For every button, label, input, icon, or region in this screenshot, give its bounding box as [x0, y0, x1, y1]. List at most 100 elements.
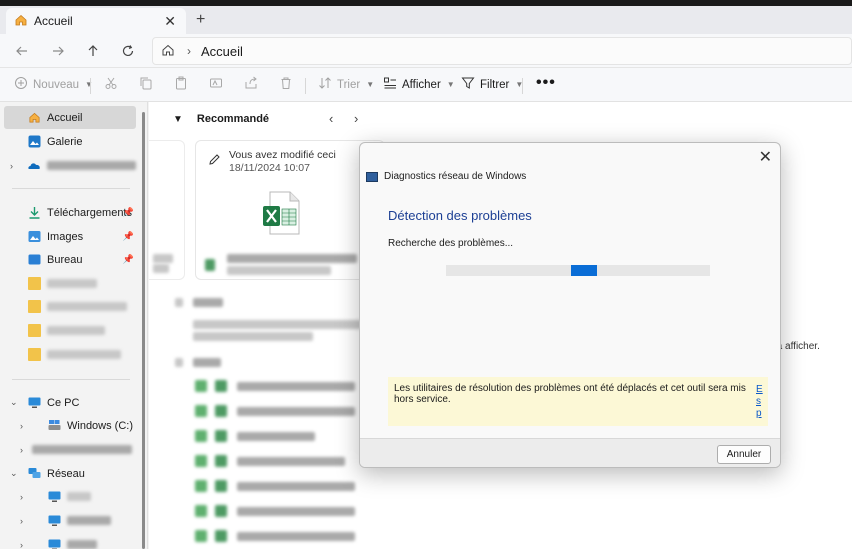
sidebar-item-network-device[interactable]: › — [4, 485, 136, 508]
up-button[interactable] — [83, 41, 103, 61]
delete-button[interactable] — [279, 76, 293, 90]
sidebar-item-label: Galerie — [47, 135, 83, 148]
redacted-label — [67, 540, 97, 549]
cut-button[interactable] — [104, 76, 118, 90]
address-bar[interactable]: › Accueil — [152, 37, 852, 65]
redacted-icon — [215, 380, 227, 392]
navigation-pane: Accueil Galerie › Téléchargements 📌 Imag… — [0, 102, 148, 549]
redacted-label — [153, 264, 169, 273]
redacted-label — [237, 432, 315, 441]
copy-button[interactable] — [139, 76, 153, 90]
arrow-right-icon — [53, 46, 64, 56]
tab-bar: Accueil ✕ + — [0, 6, 852, 34]
chevron-right-icon: › — [20, 420, 23, 431]
sidebar-item-images[interactable]: Images 📌 — [4, 225, 136, 248]
sidebar-item-bureau[interactable]: Bureau 📌 — [4, 248, 136, 271]
recommended-card-title: Vous avez modifié ceci — [229, 149, 336, 161]
refresh-button[interactable] — [118, 41, 138, 61]
sidebar-item-galerie[interactable]: Galerie — [4, 130, 136, 153]
share-button[interactable] — [244, 76, 258, 90]
chevron-right-icon: › — [20, 491, 23, 502]
arrow-left-icon — [16, 46, 27, 56]
divider — [522, 78, 523, 94]
sidebar-item-label: Windows (C:) — [67, 419, 134, 432]
sidebar-item-ce-pc[interactable]: ⌄ Ce PC — [4, 391, 136, 414]
dialog-close-button[interactable]: ✕ — [759, 147, 772, 167]
more-options-button[interactable]: ••• — [536, 74, 556, 92]
dialog-footer: Annuler — [360, 438, 780, 467]
redacted-label — [67, 492, 91, 501]
sidebar-item-label: Bureau — [47, 253, 83, 266]
recommended-prev-button[interactable]: ‹ — [329, 111, 333, 126]
rename-button[interactable] — [209, 76, 223, 90]
sidebar-item-label: Réseau — [47, 467, 85, 480]
divider — [305, 78, 306, 94]
tab-close-button[interactable]: ✕ — [164, 13, 176, 30]
chevron-down-icon: ▼ — [173, 113, 183, 125]
filter-label: Filtrer — [480, 78, 510, 91]
cancel-button[interactable]: Annuler — [717, 445, 771, 464]
monitor-icon — [48, 538, 61, 549]
gallery-icon — [28, 135, 41, 148]
sidebar-item-redacted[interactable]: › — [4, 438, 136, 461]
redacted-label — [237, 382, 355, 391]
forward-button[interactable] — [48, 41, 68, 61]
sidebar-item-folder[interactable] — [4, 343, 136, 366]
deprecation-warning: Les utilitaires de résolution des problè… — [388, 377, 768, 426]
images-icon — [28, 230, 41, 243]
filter-button[interactable]: Filtrer ▼ — [461, 76, 523, 93]
sidebar-item-network-device[interactable]: › — [4, 509, 136, 532]
redacted-label — [153, 254, 173, 263]
sidebar-item-onedrive[interactable]: › — [4, 154, 136, 177]
sidebar-item-telechargements[interactable]: Téléchargements 📌 — [4, 201, 136, 224]
sidebar-item-accueil[interactable]: Accueil — [4, 106, 136, 129]
divider — [90, 78, 91, 94]
sidebar-item-folder[interactable] — [4, 319, 136, 342]
progress-bar — [446, 265, 710, 276]
drive-icon — [48, 419, 61, 432]
breadcrumb-accueil[interactable]: Accueil — [201, 44, 243, 59]
back-button[interactable] — [12, 41, 32, 61]
recommended-header[interactable]: ▼ Recommandé — [173, 113, 269, 125]
paste-button[interactable] — [174, 76, 188, 90]
redacted-label — [47, 326, 105, 335]
redacted-label — [193, 320, 363, 329]
tab-label: Accueil — [34, 14, 73, 28]
redacted-label — [32, 445, 132, 454]
sidebar-item-reseau[interactable]: ⌄ Réseau — [4, 462, 136, 485]
sidebar-item-label: Téléchargements — [47, 206, 132, 219]
desktop-icon — [28, 253, 41, 266]
recommended-next-button[interactable]: › — [354, 111, 358, 126]
breadcrumb-separator: › — [187, 44, 191, 58]
sidebar-item-label: Images — [47, 230, 84, 243]
sidebar-item-network-device[interactable]: › — [4, 533, 136, 549]
sort-button[interactable]: Trier ▼ — [318, 76, 374, 93]
redacted-label — [193, 358, 221, 367]
redacted-label — [237, 532, 355, 541]
new-tab-button[interactable]: + — [196, 11, 205, 29]
sidebar-item-windows-drive[interactable]: › Windows (C:) — [4, 414, 136, 437]
sidebar-item-folder[interactable] — [4, 272, 136, 295]
redacted-icon — [195, 380, 207, 392]
view-button[interactable]: Afficher ▼ — [383, 76, 455, 93]
redacted-icon — [215, 530, 227, 542]
sidebar-item-folder[interactable] — [4, 295, 136, 318]
chevron-down-icon: ▼ — [446, 80, 455, 89]
redacted-label — [47, 302, 127, 311]
sidebar-item-label: Accueil — [47, 111, 83, 124]
sidebar-item-label: Ce PC — [47, 396, 80, 409]
new-button-label: Nouveau — [33, 78, 80, 91]
view-icon — [383, 76, 397, 93]
redacted-label — [47, 279, 97, 288]
redacted-label — [237, 457, 345, 466]
redacted-label — [193, 298, 223, 307]
redacted-label — [67, 516, 111, 525]
new-button[interactable]: Nouveau ▼ — [14, 76, 93, 93]
dialog-title: Diagnostics réseau de Windows — [366, 171, 526, 182]
sidebar-scrollbar[interactable] — [142, 112, 145, 549]
tab-accueil[interactable]: Accueil ✕ — [6, 8, 186, 34]
folder-icon — [28, 277, 41, 290]
warning-link[interactable]: Esp — [756, 384, 764, 420]
divider — [12, 188, 130, 189]
chevron-down-icon: ⌄ — [10, 397, 18, 407]
